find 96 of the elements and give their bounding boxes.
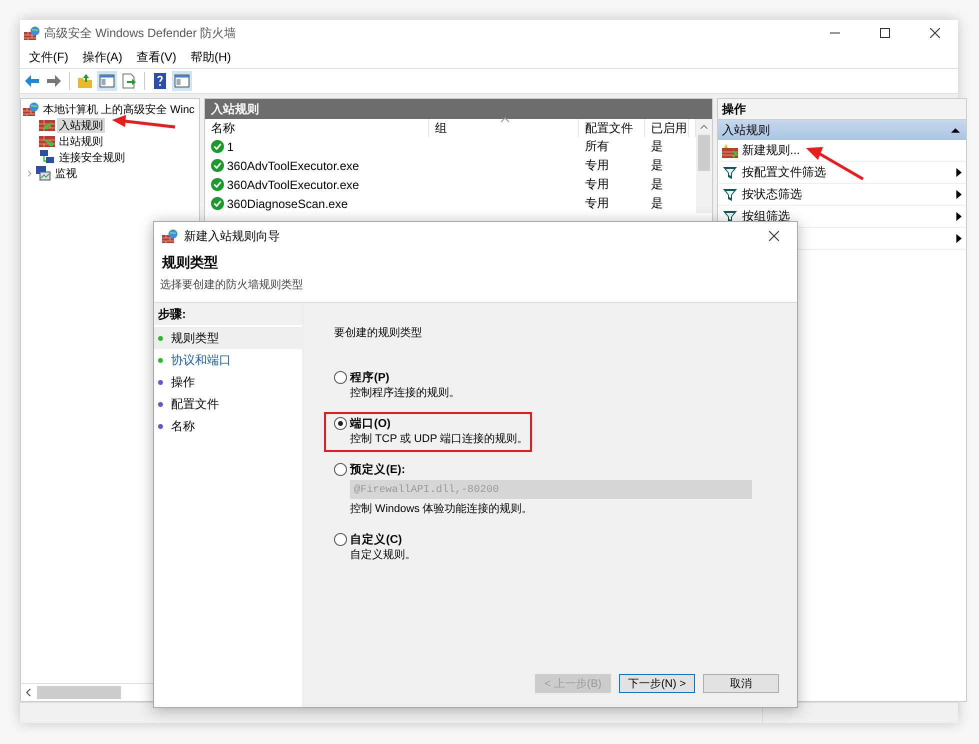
firewall-icon: [23, 101, 39, 117]
table-cell: 是: [651, 138, 663, 155]
wizard-button[interactable]: 取消: [703, 674, 779, 693]
annotation-arrow: [112, 114, 176, 130]
folder-icon: [76, 72, 94, 90]
option-description: 控制 TCP 或 UDP 端口连接的规则。: [349, 432, 530, 446]
firewall-icon: [162, 228, 178, 244]
step-label: 名称: [171, 418, 195, 434]
menu-item[interactable]: 操作(A): [75, 46, 130, 68]
steps-title: 步骤:: [154, 303, 302, 325]
tree-item[interactable]: 入站规则: [57, 118, 105, 132]
wall-icon: [722, 142, 738, 158]
option-description: 自定义规则。: [349, 548, 417, 562]
monitor-icon: [35, 165, 51, 181]
option-label[interactable]: 预定义(E):: [350, 462, 406, 477]
vertical-scrollbar[interactable]: [696, 119, 712, 213]
section-header[interactable]: 入站规则: [718, 120, 966, 140]
rule-name: 360AdvToolExecutor.exe: [227, 158, 360, 172]
action-item[interactable]: 按配置文件筛选: [742, 164, 952, 181]
table-cell: 是: [651, 195, 663, 212]
submenu-arrow-icon[interactable]: [956, 168, 962, 177]
close-icon[interactable]: [769, 231, 779, 241]
option-label[interactable]: 程序(P): [350, 370, 390, 385]
radio-button[interactable]: [334, 533, 347, 546]
column-header[interactable]: 配置文件: [579, 119, 645, 137]
tree-item[interactable]: 监视: [53, 166, 79, 180]
tree-item[interactable]: 出站规则: [57, 134, 105, 148]
table-cell: 所有: [585, 138, 609, 155]
dialog-title: 新建入站规则向导: [184, 228, 281, 244]
wizard-step[interactable]: 协议和端口: [154, 349, 302, 371]
wizard-step[interactable]: 名称: [154, 415, 302, 437]
table-cell: 专用: [585, 195, 609, 212]
rule-name: 360AdvToolExecutor.exe: [227, 178, 360, 192]
submenu-arrow-icon[interactable]: [956, 212, 962, 221]
wall-icon: [39, 117, 55, 133]
pane-icon: [98, 72, 116, 90]
check-icon: [211, 140, 224, 153]
step-label: 协议和端口: [171, 352, 231, 368]
scroll-left-icon[interactable]: [24, 688, 33, 697]
column-header[interactable]: 已启用: [645, 119, 689, 137]
prompt-text: 要创建的规则类型: [334, 326, 423, 340]
page-heading: 规则类型: [162, 254, 219, 272]
pane-title: 操作: [718, 99, 966, 120]
menu-item[interactable]: 查看(V): [129, 46, 184, 68]
column-header[interactable]: 名称: [205, 119, 429, 137]
firewall-icon: [24, 25, 40, 41]
table-cell: 专用: [585, 157, 609, 174]
menu-item[interactable]: 文件(F): [22, 46, 76, 68]
option-description: 控制 Windows 体验功能连接的规则。: [349, 502, 534, 516]
help-icon: [151, 72, 169, 90]
rule-name: 360DiagnoseScan.exe: [227, 196, 348, 210]
check-icon: [211, 197, 224, 210]
submenu-arrow-icon[interactable]: [956, 190, 962, 199]
page-subheading: 选择要创建的防火墙规则类型: [160, 278, 304, 292]
wizard-step[interactable]: 操作: [154, 371, 302, 393]
radio-button[interactable]: [334, 463, 347, 476]
filter-icon: [722, 186, 738, 202]
menu-item[interactable]: 帮助(H): [183, 46, 238, 68]
close-icon[interactable]: [930, 28, 940, 38]
rule-name: 1: [227, 140, 234, 154]
step-label: 规则类型: [171, 330, 219, 346]
wizard-button[interactable]: 下一步(N) >: [619, 674, 695, 693]
document-arrow-icon: [120, 72, 138, 90]
expand-icon[interactable]: [26, 170, 33, 176]
tree-item[interactable]: 本地计算机 上的高级安全 Winc: [41, 102, 197, 116]
table-cell: 专用: [585, 176, 609, 193]
toolbar-button[interactable]: [97, 71, 117, 91]
action-item[interactable]: 按状态筛选: [742, 186, 952, 203]
column-header[interactable]: 组: [429, 119, 579, 137]
pane-title: 入站规则: [205, 99, 712, 119]
table-cell: 是: [651, 176, 663, 193]
step-label: 操作: [171, 374, 195, 390]
tree-item[interactable]: 连接安全规则: [57, 150, 127, 164]
option-label[interactable]: 端口(O): [350, 416, 391, 431]
submenu-arrow-icon[interactable]: [956, 234, 962, 243]
toolbar-button[interactable]: [172, 71, 192, 91]
maximize-icon[interactable]: [880, 28, 890, 38]
forward-arrow-icon: [45, 72, 63, 90]
step-label: 配置文件: [171, 396, 219, 412]
action-item[interactable]: 新建规则...: [742, 142, 962, 159]
radio-button[interactable]: [334, 371, 347, 384]
filter-icon: [722, 164, 738, 180]
scroll-up-icon[interactable]: [700, 123, 708, 131]
wizard-step[interactable]: 规则类型: [154, 327, 302, 349]
option-label[interactable]: 自定义(C): [350, 532, 402, 547]
table-cell: 是: [651, 157, 663, 174]
pane-icon: [173, 72, 191, 90]
window-title: 高级安全 Windows Defender 防火墙: [44, 24, 238, 42]
check-icon: [211, 178, 224, 191]
option-description: 控制程序连接的规则。: [349, 386, 461, 400]
caret-icon[interactable]: [951, 127, 960, 133]
check-icon: [211, 159, 224, 172]
wizard-step[interactable]: 配置文件: [154, 393, 302, 415]
wall-icon: [39, 133, 55, 149]
radio-button[interactable]: [334, 417, 347, 430]
computers-icon: [39, 149, 55, 165]
